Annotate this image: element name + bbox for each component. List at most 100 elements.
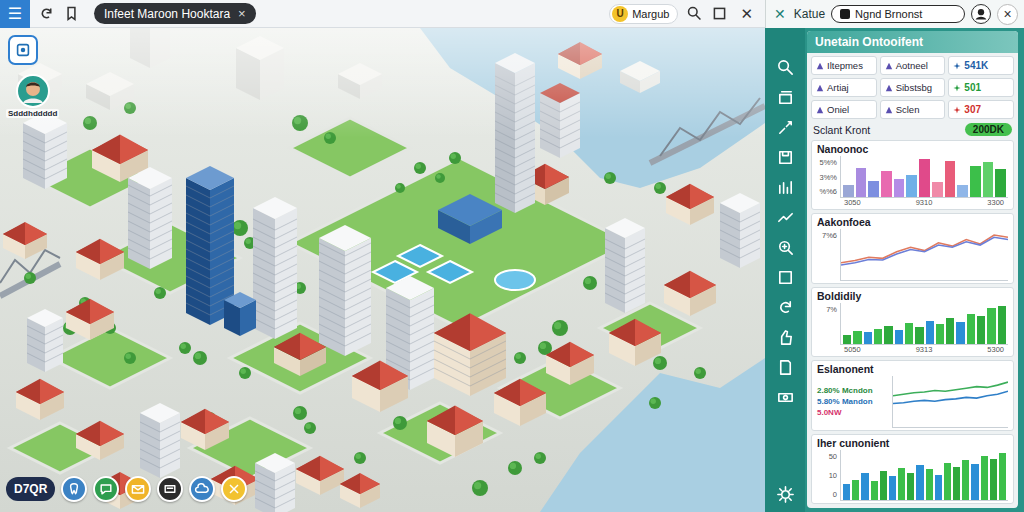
zoom-icon[interactable] [776, 238, 795, 257]
chart-bar[interactable] [906, 175, 917, 197]
building[interactable] [66, 299, 114, 340]
building[interactable] [181, 409, 229, 450]
chart-bar[interactable] [981, 456, 988, 500]
player-profile[interactable]: Sdddhddddd [6, 74, 59, 118]
building[interactable] [609, 319, 661, 366]
stat-cell[interactable]: 501 [948, 78, 1014, 97]
chart-bar[interactable] [868, 181, 879, 197]
building[interactable] [76, 421, 124, 460]
stat-cell[interactable]: Sibstsbg [880, 78, 946, 97]
building[interactable] [274, 333, 326, 376]
chart-bar[interactable] [915, 327, 923, 344]
building[interactable] [494, 379, 546, 426]
tool-button[interactable] [61, 476, 87, 502]
city-button[interactable] [8, 35, 38, 65]
chart-bar[interactable] [990, 459, 997, 500]
profile-icon[interactable] [971, 4, 991, 24]
building[interactable] [427, 406, 483, 457]
trend-icon[interactable] [776, 208, 795, 227]
search-icon[interactable] [776, 58, 795, 77]
chart-bar[interactable] [932, 182, 943, 197]
building[interactable] [255, 453, 295, 512]
stat-cell[interactable]: Sclen [880, 100, 946, 119]
search-icon[interactable] [686, 5, 703, 22]
route-icon[interactable] [776, 118, 795, 137]
chart-bar[interactable] [895, 330, 903, 345]
stat-cell[interactable]: Artiaj [811, 78, 877, 97]
square-icon[interactable] [776, 268, 795, 287]
chart-bar[interactable] [987, 308, 995, 345]
chart-bar[interactable] [861, 473, 868, 500]
building[interactable] [76, 239, 124, 280]
city-scene[interactable] [0, 28, 765, 512]
chart-bar[interactable] [971, 464, 978, 500]
refresh-icon[interactable] [776, 298, 795, 317]
chart-bar[interactable] [881, 171, 892, 197]
tool-button[interactable] [221, 476, 247, 502]
chart-bar[interactable] [999, 453, 1006, 500]
chart-bar[interactable] [967, 314, 975, 344]
chart-bar[interactable] [907, 473, 914, 500]
tab-close-button[interactable]: × [238, 6, 246, 21]
tool-button[interactable] [157, 476, 183, 502]
chart-bar[interactable] [853, 331, 861, 345]
chart-bar[interactable] [880, 471, 887, 500]
building[interactable] [438, 194, 502, 244]
chart-line[interactable] [841, 238, 1008, 266]
chart-bar[interactable] [977, 316, 985, 344]
building[interactable] [211, 466, 259, 505]
chart-bar[interactable] [852, 480, 859, 500]
stat-cell[interactable]: Aotneel [880, 56, 946, 75]
chart-bar[interactable] [916, 465, 923, 500]
bookmark-icon[interactable] [63, 5, 80, 22]
reload-icon[interactable] [38, 5, 55, 22]
avatar-icon[interactable] [16, 74, 50, 108]
building[interactable] [319, 225, 371, 356]
city-map[interactable]: Sdddhddddd D7QR [0, 28, 765, 512]
chart-bar[interactable] [874, 329, 882, 345]
chart-bar[interactable] [871, 481, 878, 500]
book-icon[interactable] [776, 358, 795, 377]
chart-bar[interactable] [957, 185, 968, 198]
building[interactable] [3, 222, 47, 259]
chart-bar[interactable] [926, 469, 933, 500]
stat-cell[interactable]: Oniel [811, 100, 877, 119]
chart-bar[interactable] [953, 467, 960, 500]
building[interactable] [253, 197, 297, 339]
search-field[interactable]: Ngnd Brnonst [831, 5, 965, 23]
building[interactable] [27, 309, 63, 372]
cards-icon[interactable] [776, 88, 795, 107]
thumb-icon[interactable] [776, 328, 795, 347]
chart-bar[interactable] [956, 322, 964, 344]
title-tab[interactable]: Infeet Maroon Hooktara × [94, 3, 256, 24]
tool-button[interactable] [93, 476, 119, 502]
stat-cell[interactable]: 541K [948, 56, 1014, 75]
chart-bar[interactable] [894, 179, 905, 198]
stat-cell[interactable]: 307 [948, 100, 1014, 119]
chart-bar[interactable] [995, 169, 1006, 197]
chart-bar[interactable] [945, 161, 956, 198]
building[interactable] [16, 379, 64, 420]
chart-bar[interactable] [843, 484, 850, 500]
building[interactable] [664, 271, 716, 316]
chart-line[interactable] [893, 391, 1008, 403]
chart-bar[interactable] [962, 460, 969, 500]
building[interactable] [224, 292, 256, 336]
tool-button[interactable] [189, 476, 215, 502]
tool-button[interactable] [125, 476, 151, 502]
chart-line[interactable] [893, 382, 1008, 396]
chart-bar[interactable] [856, 168, 867, 198]
building[interactable] [128, 167, 172, 269]
stat-cell[interactable]: Iltepmes [811, 56, 877, 75]
building[interactable] [720, 193, 760, 268]
building[interactable] [605, 218, 645, 313]
building[interactable] [434, 313, 506, 396]
chart-bar[interactable] [998, 306, 1006, 344]
chart-bar[interactable] [843, 335, 851, 344]
chart-bar[interactable] [936, 324, 944, 344]
building[interactable] [666, 184, 714, 225]
chart-bar[interactable] [983, 162, 994, 197]
building[interactable] [352, 361, 408, 412]
chart-bar[interactable] [970, 166, 981, 198]
chart-bar[interactable] [935, 475, 942, 500]
